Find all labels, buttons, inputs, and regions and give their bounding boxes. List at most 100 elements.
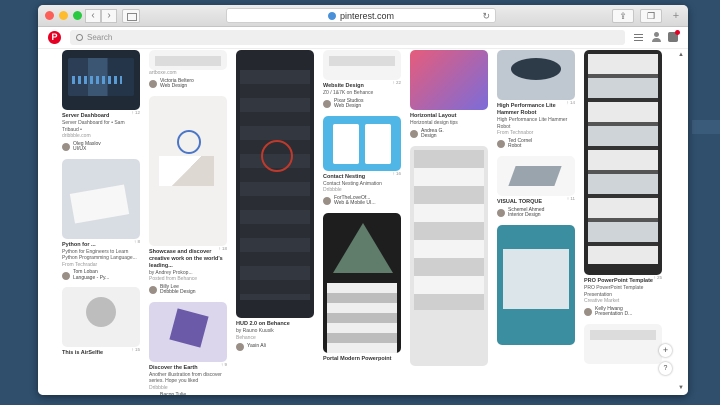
avatar[interactable] <box>62 143 70 151</box>
pin-card[interactable]: HUD 2.0 on Behance by Rauno Kuusik Behance… <box>236 50 314 351</box>
pin-attribution[interactable]: Andrea G. Design <box>410 128 488 140</box>
add-pin-button[interactable]: + <box>659 344 672 357</box>
pin-image[interactable] <box>323 212 401 353</box>
search-input[interactable]: Search <box>70 30 625 45</box>
pin-image[interactable] <box>497 155 575 196</box>
avatar[interactable] <box>236 343 244 351</box>
pin-card[interactable]: ↑ 25 PRO PowerPoint Template PRO PowerPoin… <box>584 50 662 318</box>
maximize-window-button[interactable] <box>73 11 82 20</box>
pin-card[interactable]: ↑ 8 Python for ... Python for Engineers to… <box>62 158 140 282</box>
avatar[interactable] <box>323 197 331 205</box>
tabs-overview-button[interactable]: ❐ <box>640 9 662 23</box>
user-icon[interactable] <box>652 32 661 42</box>
scroll-up-icon[interactable]: ▲ <box>678 52 684 58</box>
pin-source[interactable]: Creative Market <box>584 298 662 305</box>
pin-card[interactable]: ↑ 11 VISUAL TORQUE Schemel Ahmed Interior D… <box>497 155 575 219</box>
pin-attribution[interactable]: Billy Lee Dribbble Design <box>149 284 227 296</box>
pin-card[interactable]: ↑ 9 Discover the Earth Another illustratio… <box>149 301 227 395</box>
pin-board-name[interactable]: Web Design <box>334 103 363 110</box>
pin-attribution[interactable]: Bacon TulieDribbble Gallery <box>149 392 227 395</box>
avatar[interactable] <box>62 271 70 280</box>
pin-card[interactable]: artboxe.com Victoria Beltero Web Design <box>149 50 227 90</box>
help-button[interactable]: ? <box>659 362 672 375</box>
pin-card[interactable] <box>584 323 662 364</box>
pin-source[interactable]: From Technabor <box>497 130 575 137</box>
pin-attribution[interactable]: Yasin Ali <box>236 343 314 351</box>
pin-description: High Performance Lite Hammer Robot <box>497 117 568 130</box>
pin-card[interactable]: ↑ 14 High Performance Lite Hammer Robot Hi… <box>497 50 575 150</box>
new-tab-button[interactable]: + <box>669 9 683 23</box>
pin-source[interactable]: dribbble.com <box>62 133 140 140</box>
avatar[interactable] <box>497 140 505 148</box>
avatar[interactable] <box>584 308 592 316</box>
pin-image[interactable] <box>62 158 140 239</box>
pin-board-name[interactable]: Robot <box>508 143 532 150</box>
notification-icon[interactable] <box>668 30 680 42</box>
pin-board-name[interactable]: Web Design <box>160 83 194 90</box>
forward-button[interactable]: › <box>101 9 117 23</box>
avatar[interactable] <box>410 130 418 138</box>
pin-board-name[interactable]: Interior Design <box>508 212 544 219</box>
pin-image[interactable] <box>584 50 662 275</box>
pin-attribution[interactable]: Oleg Maslov UI/UX <box>62 141 140 153</box>
pin-image[interactable] <box>149 301 227 362</box>
pin-image[interactable] <box>410 50 488 110</box>
pin-board-name[interactable]: Dribbble Design <box>160 289 196 296</box>
pin-image[interactable] <box>410 145 488 366</box>
pin-attribution[interactable]: Tom Loban Language - Py... <box>62 269 140 282</box>
pin-source[interactable]: Dribbble <box>149 385 227 392</box>
close-window-button[interactable] <box>45 11 54 20</box>
avatar[interactable] <box>497 209 505 217</box>
pinterest-logo-icon[interactable]: P <box>48 31 61 44</box>
menu-icon[interactable] <box>634 34 643 41</box>
pin-attribution[interactable]: ForTheLoveOf... Web & Mobile UI... <box>323 195 401 207</box>
pin-image[interactable] <box>584 323 662 364</box>
pin-board-name[interactable]: Design <box>421 133 444 140</box>
pin-source[interactable]: Dribbble <box>323 187 401 194</box>
pin-attribution[interactable]: Schemel Ahmed Interior Design <box>497 207 575 219</box>
sidebar-toggle-button[interactable] <box>122 9 140 23</box>
pin-attribution[interactable]: Pixar Studios Web Design <box>323 98 401 110</box>
pin-board-name[interactable]: Presentation D... <box>595 311 632 318</box>
pin-image[interactable] <box>62 50 140 110</box>
pin-board-name[interactable]: UI/UX <box>73 146 101 153</box>
minimize-window-button[interactable] <box>59 11 68 20</box>
pin-card[interactable] <box>497 224 575 345</box>
scroll-down-icon[interactable]: ▼ <box>678 385 684 391</box>
reload-icon[interactable]: ↻ <box>482 11 490 22</box>
pin-source[interactable]: From Techradar <box>62 262 140 269</box>
pin-source[interactable]: Posted from Behance <box>149 276 227 283</box>
back-button[interactable]: ‹ <box>85 9 101 23</box>
pin-user-name[interactable]: Bacon Tulie <box>160 392 196 395</box>
pin-image[interactable] <box>323 50 401 80</box>
pin-attribution[interactable]: Victoria Beltero Web Design <box>149 78 227 90</box>
pin-card[interactable]: ↑ 18 Showcase and discover creative work … <box>149 95 227 296</box>
pin-image[interactable] <box>323 115 401 171</box>
address-bar[interactable]: pinterest.com ↻ <box>226 8 496 23</box>
avatar[interactable] <box>323 100 331 108</box>
pin-image[interactable] <box>149 50 227 70</box>
pin-image[interactable] <box>497 50 575 100</box>
pin-card[interactable]: Horizontal Layout Horizontal design tips A… <box>410 50 488 140</box>
pin-source[interactable]: artboxe.com <box>149 70 227 77</box>
pin-image[interactable] <box>497 224 575 345</box>
avatar[interactable] <box>149 394 157 395</box>
avatar[interactable] <box>149 286 157 294</box>
pin-attribution[interactable]: Ted Cornel Robot <box>497 138 575 150</box>
pin-attribution[interactable]: Kelly Hwang Presentation D... <box>584 306 662 318</box>
pin-image[interactable] <box>149 95 227 246</box>
pin-card[interactable]: Portal Modern Powerpoint <box>323 212 401 363</box>
pin-image[interactable] <box>62 287 140 347</box>
pin-card[interactable]: ↑ 12 Server Dashboard Server Dashboard for… <box>62 50 140 153</box>
pin-card[interactable]: ↑ 15 This is AirSelfie <box>62 287 140 357</box>
pin-image[interactable] <box>236 50 314 318</box>
share-button[interactable]: ⇪ <box>612 9 634 23</box>
pin-card[interactable] <box>410 145 488 366</box>
pin-board-name[interactable]: Language - Py... <box>73 275 109 282</box>
pin-board-name[interactable]: Web & Mobile UI... <box>334 200 376 207</box>
pin-source[interactable]: Behance <box>236 335 314 342</box>
pin-user-name[interactable]: Yasin Ali <box>247 344 266 350</box>
pin-card[interactable]: ↑ 22 Website Design Z0 / 1&7K on Behance Pi… <box>323 50 401 110</box>
avatar[interactable] <box>149 80 157 88</box>
pin-card[interactable]: ↑ 16 Contact Nesting Contact Nesting Anima… <box>323 115 401 207</box>
